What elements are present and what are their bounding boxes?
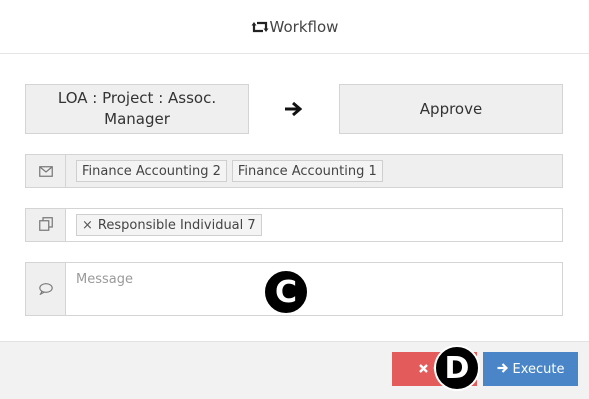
to-stage-box: Approve: [339, 84, 563, 134]
dialog-footer: Ca Execute: [0, 341, 589, 399]
cc-field: × Responsible Individual 7: [25, 208, 563, 242]
envelope-icon: [38, 162, 53, 181]
cc-tag-label: Responsible Individual 7: [97, 217, 256, 233]
recipient-tag: Finance Accounting 2: [76, 160, 227, 182]
from-stage-label: LOA : Project : Assoc. Manager: [57, 89, 217, 128]
comment-icon: [38, 280, 53, 299]
cc-addon: [26, 209, 66, 241]
arrow-right-icon: [497, 362, 508, 377]
execute-button[interactable]: Execute: [483, 352, 578, 386]
from-stage-box: LOA : Project : Assoc. Manager: [25, 84, 249, 134]
retweet-icon: [251, 20, 269, 34]
to-stage-label: Approve: [419, 99, 483, 118]
message-input[interactable]: [76, 272, 552, 287]
recipient-tag: Finance Accounting 1: [231, 160, 383, 182]
cc-tag-list[interactable]: × Responsible Individual 7: [66, 209, 562, 241]
remove-tag-icon[interactable]: ×: [82, 218, 93, 233]
message-input-wrap: [66, 263, 562, 315]
message-addon: [26, 263, 66, 315]
annotation-marker-d: D: [434, 345, 480, 391]
annotation-marker-c: C: [263, 269, 309, 315]
recipient-tag-label: Finance Accounting 2: [82, 163, 221, 179]
copy-icon: [38, 216, 53, 235]
dialog-title: Workflow: [269, 17, 339, 36]
times-icon: [419, 362, 428, 377]
recipients-tag-list[interactable]: Finance Accounting 2 Finance Accounting …: [66, 155, 562, 187]
recipients-field: Finance Accounting 2 Finance Accounting …: [25, 154, 563, 188]
cc-tag: × Responsible Individual 7: [76, 214, 262, 236]
dialog-header: Workflow: [0, 0, 589, 54]
recipients-addon: [26, 155, 66, 187]
recipient-tag-label: Finance Accounting 1: [237, 163, 377, 179]
execute-button-label: Execute: [512, 361, 565, 377]
arrow-right-icon: [283, 99, 303, 119]
